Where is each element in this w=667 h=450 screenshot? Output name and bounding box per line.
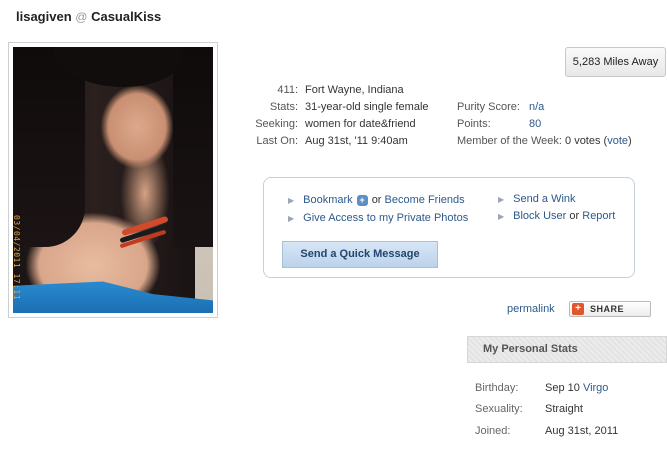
or-text: or [371,194,382,206]
plus-icon[interactable]: + [356,194,368,206]
site-name: CasualKiss [91,9,162,24]
motw-label: Member of the Week: [457,135,562,147]
arrow-right-icon: ▶ [498,212,505,221]
profile-photo-frame[interactable]: 03/04/2011 17:11 [8,42,218,318]
share-plus-icon: + [572,303,584,315]
stats-label: Stats: [269,101,298,113]
zodiac-link[interactable]: Virgo [583,382,608,394]
arrow-right-icon: ▶ [498,195,505,204]
become-friends-link[interactable]: Become Friends [385,194,465,206]
birthday-label: Birthday: [475,382,519,394]
birthday-value: Sep 10 Virgo [545,382,608,394]
motw-close: ) [628,135,632,147]
bookmark-row: ▶ Bookmark + or Become Friends [288,194,465,206]
score-labels: Purity Score: Points: [457,99,520,133]
share-button[interactable]: + SHARE [569,301,651,317]
profile-title: lisagiven @ CasualKiss [16,9,161,24]
username: lisagiven [16,9,72,24]
profile-values: Fort Wayne, Indiana 31-year-old single f… [305,82,429,150]
at-symbol: @ [75,10,88,24]
location-label: 411: [277,84,298,96]
arrow-right-icon: ▶ [288,196,295,205]
vote-link[interactable]: vote [607,135,628,147]
stats-value: 31-year-old single female [305,101,429,113]
seeking-value: women for date&friend [305,118,416,130]
send-wink-link[interactable]: Send a Wink [513,193,575,205]
points-link[interactable]: 80 [529,118,541,130]
profile-photo[interactable]: 03/04/2011 17:11 [13,47,213,313]
sexuality-label: Sexuality: [475,403,523,415]
score-values: n/a 80 [529,99,544,133]
give-access-row: ▶ Give Access to my Private Photos [288,212,468,224]
distance-button[interactable]: 5,283 Miles Away [565,47,666,77]
birthday-date: Sep 10 [545,382,580,394]
sexuality-value: Straight [545,403,583,415]
location-value: Fort Wayne, Indiana [305,84,404,96]
last-on-label: Last On: [256,135,298,147]
motw-votes: 0 votes ( [565,135,608,147]
permalink-link[interactable]: permalink [507,303,555,315]
or-text: or [569,210,580,222]
bookmark-link[interactable]: Bookmark [303,194,353,206]
send-quick-message-button[interactable]: Send a Quick Message [282,241,438,268]
wink-row: ▶ Send a Wink [498,193,576,205]
points-label: Points: [457,118,491,130]
block-user-link[interactable]: Block User [513,210,566,222]
action-panel: ▶ Bookmark + or Become Friends ▶ Give Access… [263,177,635,278]
purity-score-label: Purity Score: [457,101,520,113]
purity-score-link[interactable]: n/a [529,101,544,113]
give-access-link[interactable]: Give Access to my Private Photos [303,212,468,224]
arrow-right-icon: ▶ [288,214,295,223]
seeking-label: Seeking: [255,118,298,130]
report-link[interactable]: Report [582,210,615,222]
joined-label: Joined: [475,425,511,437]
photo-date-stamp: 03/04/2011 17:11 [13,215,21,301]
last-on-value: Aug 31st, '11 9:40am [305,135,408,147]
personal-stats-header: My Personal Stats [467,336,667,363]
member-of-week: Member of the Week: 0 votes (vote) [457,133,632,150]
joined-value: Aug 31st, 2011 [545,425,619,437]
profile-labels: 411: Stats: Seeking: Last On: [232,82,298,150]
block-row: ▶ Block User or Report [498,210,615,222]
share-label: SHARE [590,304,625,314]
